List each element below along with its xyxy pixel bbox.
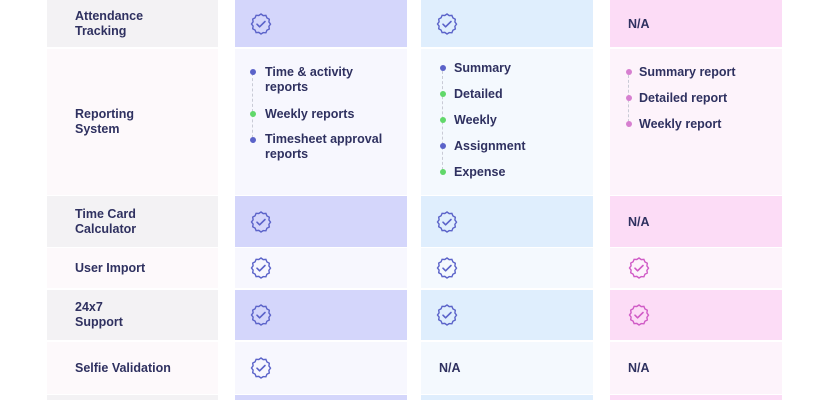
plan1-support-cell	[235, 290, 407, 340]
report-item: Weekly	[454, 113, 497, 127]
plan2-support-cell	[421, 290, 593, 340]
check-badge-icon	[250, 257, 272, 279]
feature-label-user-import: User Import	[47, 248, 218, 288]
report-item: Weekly report	[639, 117, 722, 131]
plan2-userimport-cell	[421, 248, 593, 288]
check-badge-icon	[628, 304, 650, 326]
bullet-dot	[250, 137, 256, 143]
comparison-table: Attendance Tracking N/A Reporting System…	[0, 0, 840, 400]
report-item: Summary report	[639, 65, 736, 79]
timeline-line	[628, 75, 629, 127]
feature-label-attendance: Attendance Tracking	[47, 0, 218, 47]
check-badge-icon	[250, 12, 272, 35]
plan3-timecard-cell: N/A	[610, 196, 782, 247]
na-text: N/A	[628, 214, 650, 229]
report-item: Summary	[454, 61, 511, 75]
next-row-plan3-edge	[610, 395, 782, 400]
report-item: Expense	[454, 165, 506, 179]
na-text: N/A	[628, 361, 650, 375]
plan3-support-cell	[610, 290, 782, 340]
check-badge-icon	[628, 257, 650, 279]
feature-label-support: 24x7 Support	[47, 290, 218, 340]
bullet-dot	[440, 117, 446, 123]
plan3-selfie-cell: N/A	[610, 342, 782, 394]
check-badge-icon	[250, 210, 272, 233]
plan3-attendance-cell: N/A	[610, 0, 782, 47]
report-item: Time & activity reports	[265, 65, 354, 94]
plan1-userimport-cell	[235, 248, 407, 288]
bullet-dot	[440, 91, 446, 97]
report-item: Detailed report	[639, 91, 728, 105]
plan1-selfie-cell	[235, 342, 407, 394]
na-text: N/A	[628, 16, 650, 31]
bullet-dot	[440, 143, 446, 149]
timeline-line	[442, 71, 443, 175]
feature-label-text: Selfie Validation	[75, 360, 171, 375]
check-badge-icon	[436, 12, 458, 35]
feature-label-text: 24x7 Support	[75, 300, 123, 329]
report-item: Assignment	[454, 139, 526, 153]
plan1-timecard-cell	[235, 196, 407, 247]
next-row-plan2-edge	[421, 395, 593, 400]
check-badge-icon	[436, 304, 458, 326]
plan2-selfie-cell: N/A	[421, 342, 593, 394]
plan3-reporting-cell: Summary report Detailed report Weekly re…	[610, 49, 782, 195]
bullet-dot	[440, 169, 446, 175]
feature-label-text: Reporting System	[75, 107, 135, 136]
plan2-timecard-cell	[421, 196, 593, 247]
plan2-reporting-cell: Summary Detailed Weekly Assignment Expen…	[421, 49, 593, 195]
report-item: Timesheet approval reports	[265, 132, 383, 161]
feature-label-reporting: Reporting System	[47, 49, 218, 195]
timeline-line	[252, 73, 253, 143]
next-row-feature-edge	[47, 395, 218, 400]
feature-label-text: Time Card Calculator	[75, 206, 137, 236]
plan1-reporting-cell: Time & activity reports Weekly reports T…	[235, 49, 407, 195]
bullet-dot	[626, 69, 632, 75]
check-badge-icon	[250, 357, 272, 379]
bullet-dot	[250, 69, 256, 75]
bullet-dot	[626, 121, 632, 127]
feature-label-text: User Import	[75, 260, 146, 275]
feature-label-selfie: Selfie Validation	[47, 342, 218, 394]
plan3-userimport-cell	[610, 248, 782, 288]
plan1-attendance-cell	[235, 0, 407, 47]
plan2-attendance-cell	[421, 0, 593, 47]
report-item: Weekly reports	[265, 107, 355, 121]
check-badge-icon	[436, 210, 458, 233]
check-badge-icon	[436, 257, 458, 279]
feature-label-time-card: Time Card Calculator	[47, 196, 218, 247]
check-badge-icon	[250, 304, 272, 326]
next-row-plan1-edge	[235, 395, 407, 400]
bullet-dot	[626, 95, 632, 101]
bullet-dot	[250, 111, 256, 117]
feature-label-text: Attendance Tracking	[75, 8, 144, 38]
na-text: N/A	[439, 361, 461, 375]
bullet-dot	[440, 65, 446, 71]
report-item: Detailed	[454, 87, 503, 101]
